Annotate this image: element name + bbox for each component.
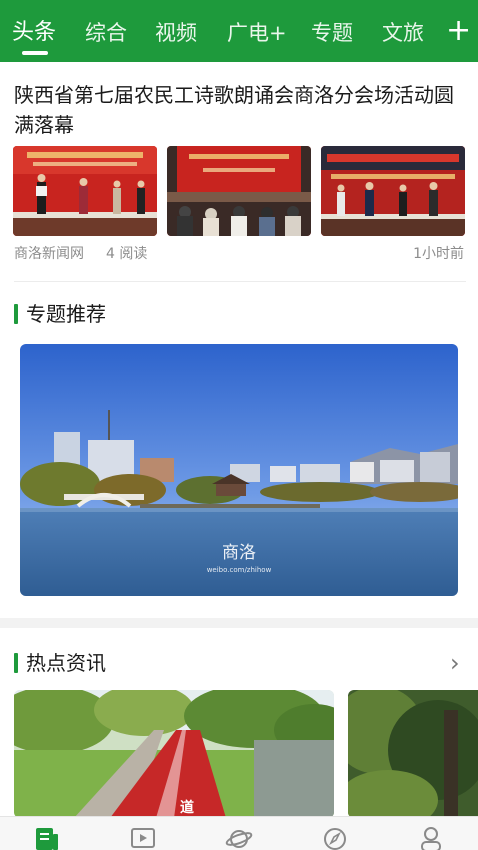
article-thumbnail[interactable]: [167, 146, 311, 236]
tab-headlines[interactable]: 头条: [12, 18, 56, 48]
svg-text:道: 道: [180, 799, 194, 816]
chevron-right-icon[interactable]: ›: [450, 650, 460, 676]
section-accent-bar: [14, 653, 18, 673]
tab-general[interactable]: 综合: [85, 18, 127, 48]
divider: [14, 281, 466, 282]
article-source: 商洛新闻网: [14, 246, 84, 262]
user-icon[interactable]: [417, 825, 445, 850]
active-tab-indicator: [22, 51, 48, 55]
bottom-navigation: [0, 816, 478, 850]
tab-video[interactable]: 视频: [155, 18, 197, 48]
article-time: 1小时前: [413, 246, 464, 262]
section-separator: [0, 618, 478, 628]
hot-news-card[interactable]: 道: [14, 690, 334, 818]
section-accent-bar: [14, 304, 18, 324]
compass-icon[interactable]: [321, 825, 349, 850]
image-watermark-caption: 商洛: [222, 543, 256, 563]
news-icon[interactable]: [33, 825, 61, 850]
article-title[interactable]: 陕西省第七届农民工诗歌朗诵会商洛分会场活动圆满落幕: [14, 80, 466, 140]
plus-icon[interactable]: +: [446, 14, 471, 48]
hot-news-section-title: 热点资讯: [26, 651, 106, 675]
tab-topics[interactable]: 专题: [311, 18, 353, 48]
top-tab-bar: 头条 综合 视频 广电+ 专题 文旅 +: [0, 0, 478, 62]
article-read-count: 4 阅读: [106, 246, 148, 262]
topics-section-title: 专题推荐: [26, 302, 106, 326]
tab-culture-tourism[interactable]: 文旅: [382, 18, 424, 48]
video-icon[interactable]: [129, 825, 157, 850]
image-watermark-credit: weibo.com/zhihow: [207, 566, 272, 574]
tab-broadcast-plus[interactable]: 广电+: [227, 18, 287, 48]
topic-feature-image[interactable]: 商洛 weibo.com/zhihow: [20, 344, 458, 596]
article-thumbnail[interactable]: [13, 146, 157, 236]
hot-news-card[interactable]: [348, 690, 478, 818]
planet-icon[interactable]: [225, 825, 253, 850]
article-thumbnail[interactable]: [321, 146, 465, 236]
